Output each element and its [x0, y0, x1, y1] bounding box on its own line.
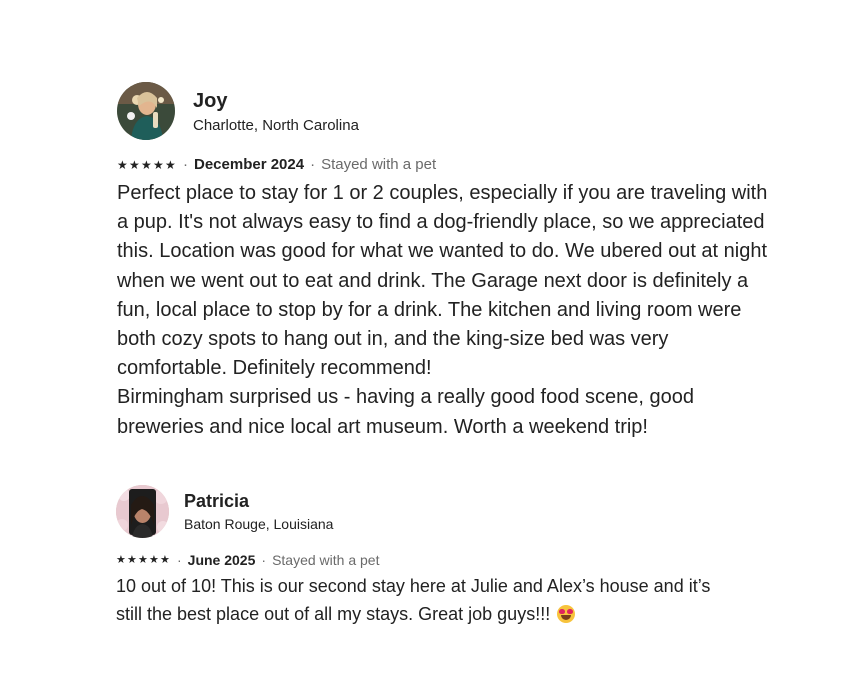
review-text-content: 10 out of 10! This is our second stay he…: [116, 576, 711, 624]
star-icon: ★: [149, 553, 159, 566]
star-icon: ★: [160, 553, 170, 566]
star-icon: ★: [116, 553, 126, 566]
review-date: June 2025: [187, 552, 256, 568]
star-rating: ★ ★ ★ ★ ★: [117, 159, 177, 171]
review-meta: ★ ★ ★ ★ ★ · June 2025 · Stayed with a pe…: [116, 552, 379, 568]
separator-dot: ·: [183, 156, 188, 173]
star-icon: ★: [117, 157, 128, 172]
separator-dot: ·: [177, 552, 182, 568]
star-icon: ★: [138, 553, 148, 566]
review-header: Patricia Baton Rouge, Louisiana: [0, 485, 854, 545]
avatar-photo-icon: [116, 485, 169, 538]
review-meta: ★ ★ ★ ★ ★ · December 2024 · Stayed with …: [117, 156, 436, 173]
star-icon: ★: [153, 157, 164, 172]
review-text: 10 out of 10! This is our second stay he…: [116, 573, 716, 628]
stay-type: Stayed with a pet: [272, 552, 380, 568]
avatar[interactable]: [117, 82, 175, 140]
star-icon: ★: [127, 553, 137, 566]
review-header: Joy Charlotte, North Carolina: [0, 82, 854, 142]
reviewer-location: Charlotte, North Carolina: [193, 117, 359, 134]
stay-type: Stayed with a pet: [321, 156, 437, 173]
review-text: Perfect place to stay for 1 or 2 couples…: [117, 182, 768, 438]
star-icon: ★: [141, 157, 152, 172]
avatar[interactable]: [116, 485, 169, 538]
heart-eyes-emoji-icon: [557, 604, 576, 623]
separator-dot: ·: [310, 156, 316, 173]
reviewer-name: Joy: [193, 90, 228, 112]
reviewer-name: Patricia: [184, 491, 250, 511]
avatar-photo-icon: [117, 82, 175, 140]
review-card: Patricia Baton Rouge, Louisiana ★ ★ ★ ★ …: [0, 485, 854, 624]
star-icon: ★: [129, 157, 140, 172]
star-rating: ★ ★ ★ ★ ★: [116, 553, 171, 566]
separator-dot: ·: [261, 552, 267, 568]
review-card: Joy Charlotte, North Carolina ★ ★ ★ ★ ★ …: [0, 82, 854, 438]
review-date: December 2024: [194, 156, 305, 173]
reviewer-location: Baton Rouge, Louisiana: [184, 516, 334, 532]
star-icon: ★: [165, 157, 176, 172]
